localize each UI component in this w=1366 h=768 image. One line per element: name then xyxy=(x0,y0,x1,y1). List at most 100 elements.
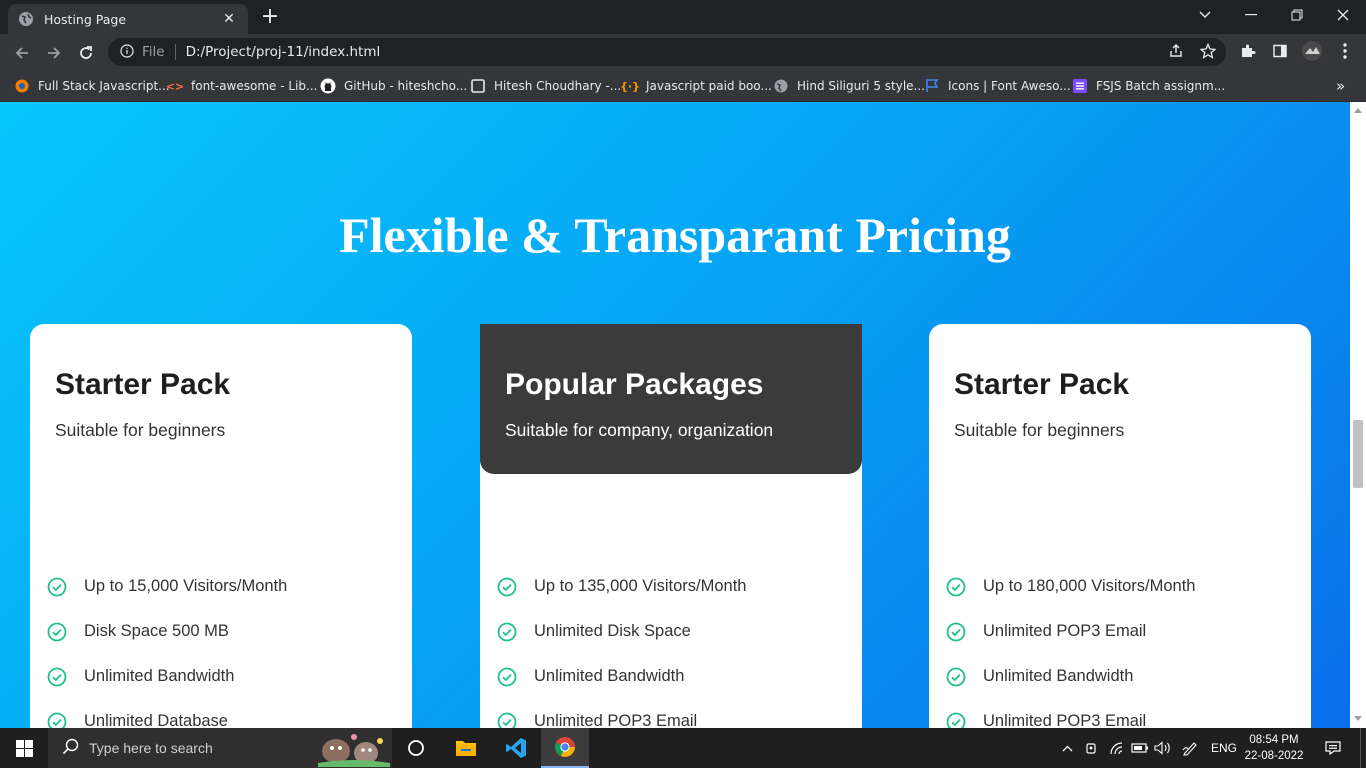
system-clock[interactable]: 08:54 PM 22-08-2022 xyxy=(1244,732,1304,764)
input-language-indicator[interactable]: ENG xyxy=(1206,728,1242,768)
square-icon xyxy=(470,78,486,94)
wifi-icon[interactable] xyxy=(1106,728,1128,768)
card-subtitle: Suitable for beginners xyxy=(954,420,1125,440)
flag-icon xyxy=(924,78,940,94)
feature-item: Up to 180,000 Visitors/Month xyxy=(945,564,1305,609)
close-tab-icon[interactable]: ✕ xyxy=(220,11,238,27)
check-circle-icon xyxy=(46,666,68,688)
taskbar-search-box[interactable]: Type here to search xyxy=(48,728,392,768)
chrome-icon xyxy=(555,737,575,757)
profile-avatar-icon[interactable] xyxy=(1301,40,1323,62)
volume-icon[interactable] xyxy=(1152,728,1174,768)
vscode-icon xyxy=(506,738,526,758)
bookmark-item[interactable]: GitHub - hiteshcho... xyxy=(320,76,467,96)
pricing-card-starter-2: Starter Pack Suitable for beginners Up t… xyxy=(929,324,1311,728)
file-explorer-button[interactable] xyxy=(442,728,490,768)
address-bar[interactable]: File D:/Project/proj-11/index.html xyxy=(108,38,1226,66)
task-view-icon xyxy=(408,740,424,756)
feature-item: Disk Space 500 MB xyxy=(46,609,406,654)
globe-icon xyxy=(773,78,789,94)
bookmark-item[interactable]: Hind Siliguri 5 style... xyxy=(773,76,925,96)
extensions-puzzle-icon[interactable] xyxy=(1237,40,1259,62)
pricing-heading: Flexible & Transparant Pricing xyxy=(339,207,1011,263)
tab-strip: Hosting Page ✕ + xyxy=(0,0,1366,34)
address-separator xyxy=(174,44,176,60)
browser-tab[interactable]: Hosting Page ✕ xyxy=(8,4,248,34)
close-window-button[interactable] xyxy=(1320,0,1366,30)
bookmark-label: Javascript paid boo... xyxy=(646,79,772,93)
task-view-button[interactable] xyxy=(392,728,440,768)
check-circle-icon xyxy=(496,711,518,728)
notifications-icon[interactable] xyxy=(1316,728,1350,768)
feature-text: Up to 180,000 Visitors/Month xyxy=(983,577,1196,595)
feature-item: Up to 15,000 Visitors/Month xyxy=(46,564,406,609)
check-circle-icon xyxy=(496,576,518,598)
show-hidden-icons-button[interactable] xyxy=(1058,728,1076,768)
url-text[interactable]: D:/Project/proj-11/index.html xyxy=(186,44,381,60)
feature-text: Unlimited Disk Space xyxy=(534,622,691,640)
feature-item: Unlimited POP3 Email xyxy=(945,609,1305,654)
meet-now-icon[interactable] xyxy=(1082,728,1102,768)
feature-list: Up to 180,000 Visitors/Month Unlimited P… xyxy=(945,564,1305,728)
browser-toolbar: File D:/Project/proj-11/index.html xyxy=(0,34,1366,70)
check-circle-icon xyxy=(496,621,518,643)
show-desktop-button[interactable] xyxy=(1360,728,1366,768)
info-icon[interactable] xyxy=(120,43,134,62)
bookmark-item[interactable]: Full Stack Javascript... xyxy=(14,76,170,96)
feature-text: Up to 15,000 Visitors/Month xyxy=(84,577,288,595)
restore-button[interactable] xyxy=(1274,0,1320,30)
forward-button[interactable] xyxy=(41,40,67,66)
scroll-down-icon[interactable] xyxy=(1354,716,1362,721)
scrollbar-thumb[interactable] xyxy=(1353,420,1363,488)
search-placeholder: Type here to search xyxy=(89,740,213,756)
vscode-button[interactable] xyxy=(492,728,540,768)
minimize-button[interactable] xyxy=(1228,0,1274,30)
back-button[interactable] xyxy=(9,40,35,66)
scroll-up-icon[interactable] xyxy=(1354,108,1362,113)
bookmark-label: Hitesh Choudhary -... xyxy=(494,79,622,93)
feature-text: Unlimited Bandwidth xyxy=(983,667,1134,685)
page-scrollbar[interactable] xyxy=(1350,102,1366,728)
bookmark-label: FSJS Batch assignm... xyxy=(1096,79,1226,93)
tab-search-button[interactable] xyxy=(1182,0,1228,30)
orange-circle-icon xyxy=(14,78,30,94)
bookmark-item[interactable]: FSJS Batch assignm... xyxy=(1072,76,1225,96)
feature-text: Unlimited POP3 Email xyxy=(534,712,698,728)
feature-item: Unlimited Bandwidth xyxy=(46,654,406,699)
chrome-button[interactable] xyxy=(541,728,589,768)
check-circle-icon xyxy=(945,621,967,643)
feature-text: Unlimited POP3 Email xyxy=(983,712,1147,728)
bookmarks-bar: Full Stack Javascript... <> font-awesome… xyxy=(0,70,1366,102)
search-highlight-illustration-icon xyxy=(316,731,392,768)
share-icon[interactable] xyxy=(1165,40,1187,62)
globe-icon xyxy=(18,11,34,27)
feature-list: Up to 135,000 Visitors/Month Unlimited D… xyxy=(496,564,856,728)
bookmark-star-icon[interactable] xyxy=(1197,40,1219,62)
pen-workspace-icon[interactable] xyxy=(1178,728,1202,768)
bookmark-label: font-awesome - Lib... xyxy=(191,79,318,93)
bookmark-item[interactable]: Icons | Font Aweso... xyxy=(924,76,1071,96)
start-button[interactable] xyxy=(0,728,48,768)
card-header: Starter Pack Suitable for beginners xyxy=(929,324,1311,474)
bookmark-item[interactable]: {·} Javascript paid boo... xyxy=(620,76,772,96)
clock-time: 08:54 PM xyxy=(1249,734,1299,746)
bookmark-label: Full Stack Javascript... xyxy=(38,79,170,93)
feature-text: Up to 135,000 Visitors/Month xyxy=(534,577,747,595)
check-circle-icon xyxy=(496,666,518,688)
menu-kebab-icon[interactable] xyxy=(1334,40,1356,62)
reload-button[interactable] xyxy=(73,40,99,66)
github-icon xyxy=(320,78,336,94)
feature-text: Unlimited Database xyxy=(84,712,228,728)
more-bookmarks-button[interactable]: » xyxy=(1336,76,1345,96)
feature-item: Unlimited POP3 Email xyxy=(945,699,1305,728)
card-subtitle: Suitable for beginners xyxy=(55,420,226,440)
folder-icon xyxy=(456,741,476,756)
page-viewport: Flexible & Transparant Pricing Starter P… xyxy=(0,102,1350,728)
battery-icon[interactable] xyxy=(1129,728,1151,768)
card-title: Starter Pack xyxy=(55,368,231,401)
feature-text: Unlimited POP3 Email xyxy=(983,622,1147,640)
bookmark-item[interactable]: Hitesh Choudhary -... xyxy=(470,76,621,96)
bookmark-item[interactable]: <> font-awesome - Lib... xyxy=(166,76,318,96)
new-tab-button[interactable]: + xyxy=(258,6,282,30)
side-panel-icon[interactable] xyxy=(1269,40,1291,62)
